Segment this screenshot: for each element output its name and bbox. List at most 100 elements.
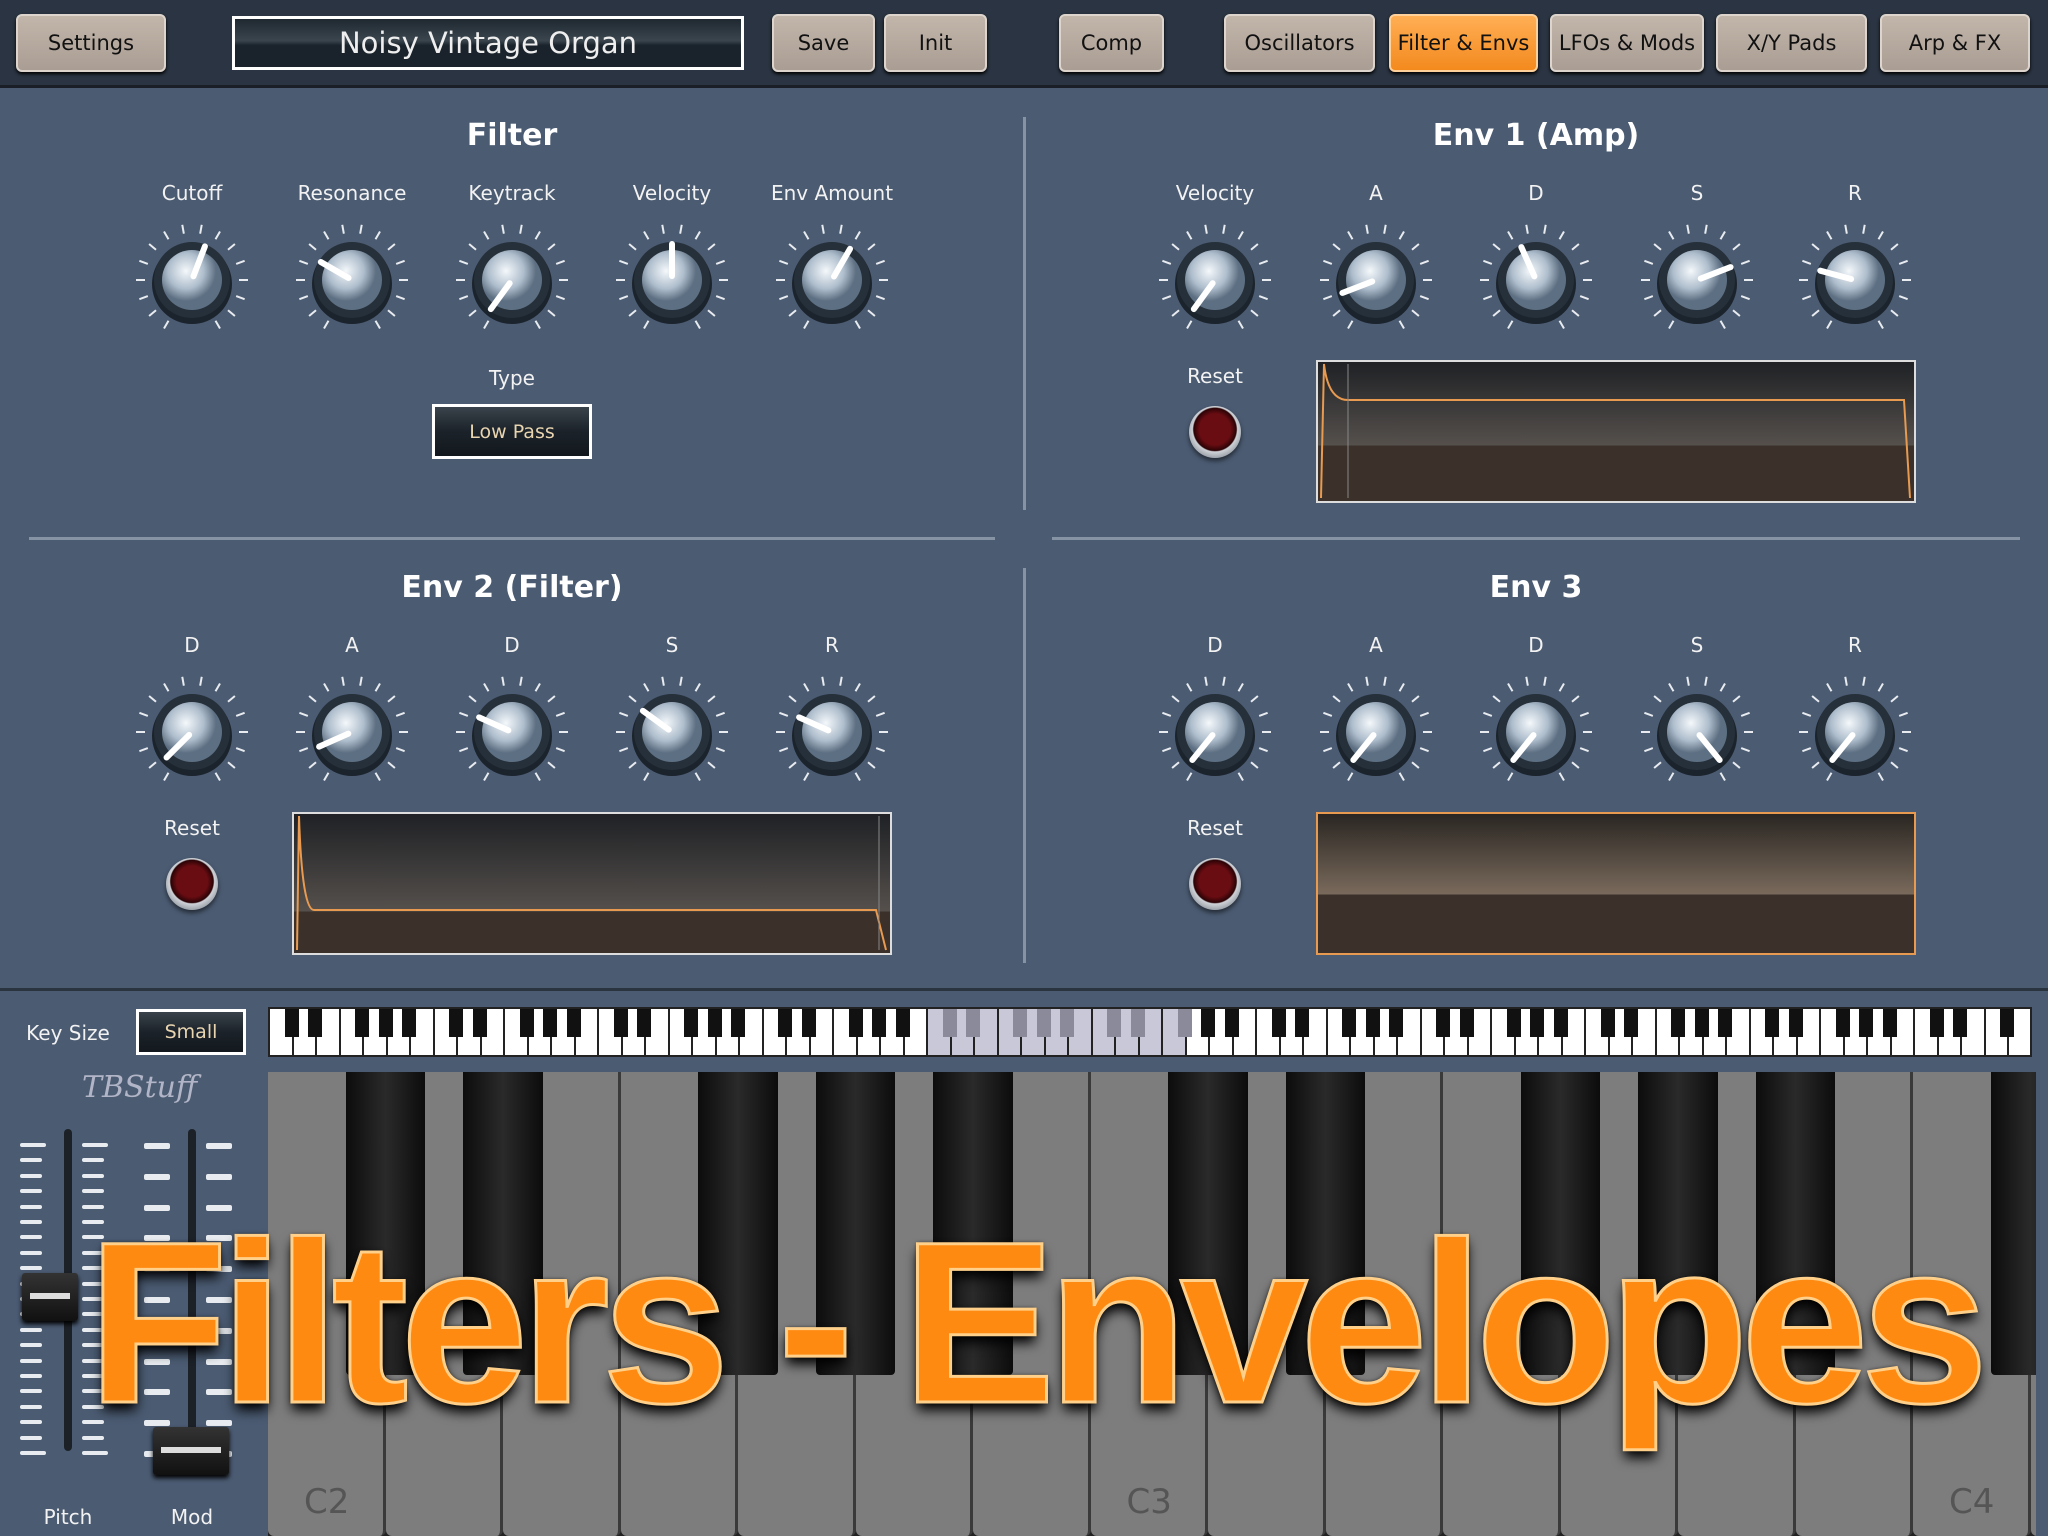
pitch-scale-tick bbox=[20, 1435, 42, 1440]
mini-black-key bbox=[1060, 1009, 1075, 1037]
mod-scale-tick bbox=[206, 1143, 232, 1149]
mini-black-key bbox=[1224, 1009, 1239, 1037]
env2-knob-label: D bbox=[184, 633, 200, 657]
env1-knob-label: D bbox=[1528, 181, 1544, 205]
env2-display bbox=[292, 812, 892, 955]
pitch-scale-tick bbox=[82, 1143, 108, 1147]
mini-black-key bbox=[1389, 1009, 1404, 1037]
settings-button[interactable]: Settings bbox=[16, 14, 166, 72]
filter-knob[interactable] bbox=[132, 220, 252, 340]
mini-black-key bbox=[472, 1009, 487, 1037]
comp-button[interactable]: Comp bbox=[1059, 14, 1164, 72]
env1-knob[interactable] bbox=[1476, 220, 1596, 340]
pitch-slider-thumb[interactable] bbox=[22, 1273, 78, 1321]
env1-knob-label: Velocity bbox=[1175, 181, 1255, 205]
env3-knob-label: S bbox=[1690, 633, 1704, 657]
save-button[interactable]: Save bbox=[772, 14, 875, 72]
env2-knob[interactable] bbox=[132, 672, 252, 792]
mini-black-key bbox=[1694, 1009, 1709, 1037]
env1-knob[interactable] bbox=[1795, 220, 1915, 340]
mod-label: Mod bbox=[170, 1505, 214, 1529]
preset-name-display[interactable]: Noisy Vintage Organ bbox=[232, 16, 744, 70]
divider bbox=[1023, 568, 1026, 963]
env2-curve bbox=[296, 815, 887, 951]
mini-black-key bbox=[1130, 1009, 1145, 1037]
env3-knob[interactable] bbox=[1795, 672, 1915, 792]
mini-black-key bbox=[308, 1009, 323, 1037]
env1-reset-label: Reset bbox=[1187, 364, 1243, 388]
filter-knob[interactable] bbox=[452, 220, 572, 340]
env3-knob[interactable] bbox=[1316, 672, 1436, 792]
env2-reset-button[interactable] bbox=[166, 858, 218, 910]
pitch-scale-tick bbox=[20, 1143, 46, 1147]
mini-black-key bbox=[637, 1009, 652, 1037]
pitch-label: Pitch bbox=[43, 1505, 93, 1529]
mini-black-key bbox=[1600, 1009, 1615, 1037]
mini-black-key bbox=[1788, 1009, 1803, 1037]
pitch-scale-tick bbox=[82, 1158, 104, 1163]
filter-type-select[interactable]: Low Pass bbox=[432, 404, 592, 459]
mini-black-key bbox=[895, 1009, 910, 1037]
env2-knob[interactable] bbox=[292, 672, 412, 792]
note-label: C3 bbox=[1126, 1482, 1172, 1522]
filter-knob[interactable] bbox=[292, 220, 412, 340]
env3-knob-label: D bbox=[1207, 633, 1223, 657]
env1-knob[interactable] bbox=[1316, 220, 1436, 340]
mini-black-key bbox=[801, 1009, 816, 1037]
mini-black-key bbox=[1107, 1009, 1122, 1037]
filter-title: Filter bbox=[466, 118, 558, 153]
env2-knob[interactable] bbox=[612, 672, 732, 792]
mini-black-key bbox=[1201, 1009, 1216, 1037]
keyboard-range-selector[interactable] bbox=[268, 1007, 2032, 1057]
mini-black-key bbox=[449, 1009, 464, 1037]
mini-black-key bbox=[284, 1009, 299, 1037]
mini-black-key bbox=[1342, 1009, 1357, 1037]
env2-knob[interactable] bbox=[452, 672, 572, 792]
mini-black-key bbox=[1530, 1009, 1545, 1037]
env3-knob-label: R bbox=[1848, 633, 1862, 657]
env1-knob-label: S bbox=[1690, 181, 1704, 205]
env3-reset-button[interactable] bbox=[1189, 858, 1241, 910]
env3-knob[interactable] bbox=[1476, 672, 1596, 792]
tab-xy-pads[interactable]: X/Y Pads bbox=[1716, 14, 1867, 72]
env2-knob[interactable] bbox=[772, 672, 892, 792]
top-bar: Settings Noisy Vintage Organ Save Init C… bbox=[0, 0, 2048, 88]
mod-scale-tick bbox=[144, 1173, 170, 1180]
mini-black-key bbox=[1929, 1009, 1944, 1037]
divider bbox=[29, 537, 995, 540]
pitch-scale-tick bbox=[20, 1158, 42, 1163]
env1-knob-label: A bbox=[1369, 181, 1383, 205]
filter-knob-label: Velocity bbox=[632, 181, 712, 205]
filter-knob-label: Env Amount bbox=[770, 181, 894, 205]
pitch-scale-tick bbox=[20, 1235, 42, 1240]
env1-knob[interactable] bbox=[1637, 220, 1757, 340]
filter-knob[interactable] bbox=[772, 220, 892, 340]
filter-knob[interactable] bbox=[612, 220, 732, 340]
pitch-scale-tick bbox=[20, 1389, 42, 1394]
filter-type-label: Type bbox=[489, 366, 535, 390]
tab-arp-fx[interactable]: Arp & FX bbox=[1880, 14, 2030, 72]
env3-knob-label: A bbox=[1369, 633, 1383, 657]
tab-filter-envs[interactable]: Filter & Envs bbox=[1389, 14, 1538, 72]
mini-black-key bbox=[1013, 1009, 1028, 1037]
tab-lfos-mods[interactable]: LFOs & Mods bbox=[1550, 14, 1704, 72]
env3-knob[interactable] bbox=[1155, 672, 1275, 792]
init-button[interactable]: Init bbox=[884, 14, 987, 72]
mini-black-key bbox=[684, 1009, 699, 1037]
pitch-scale-tick bbox=[20, 1358, 42, 1363]
mini-black-key bbox=[1177, 1009, 1192, 1037]
mini-black-key bbox=[942, 1009, 957, 1037]
black-key[interactable] bbox=[1990, 1072, 2036, 1375]
tab-oscillators[interactable]: Oscillators bbox=[1224, 14, 1375, 72]
env1-knob[interactable] bbox=[1155, 220, 1275, 340]
env1-reset-button[interactable] bbox=[1189, 406, 1241, 458]
filter-knob-label: Keytrack bbox=[468, 181, 556, 205]
mini-black-key bbox=[566, 1009, 581, 1037]
pitch-scale-tick bbox=[20, 1189, 42, 1194]
key-size-select[interactable]: Small bbox=[136, 1009, 246, 1055]
env2-knob-label: R bbox=[825, 633, 839, 657]
mini-black-key bbox=[402, 1009, 417, 1037]
env3-knob[interactable] bbox=[1637, 672, 1757, 792]
mini-black-key bbox=[378, 1009, 393, 1037]
mini-black-key bbox=[778, 1009, 793, 1037]
